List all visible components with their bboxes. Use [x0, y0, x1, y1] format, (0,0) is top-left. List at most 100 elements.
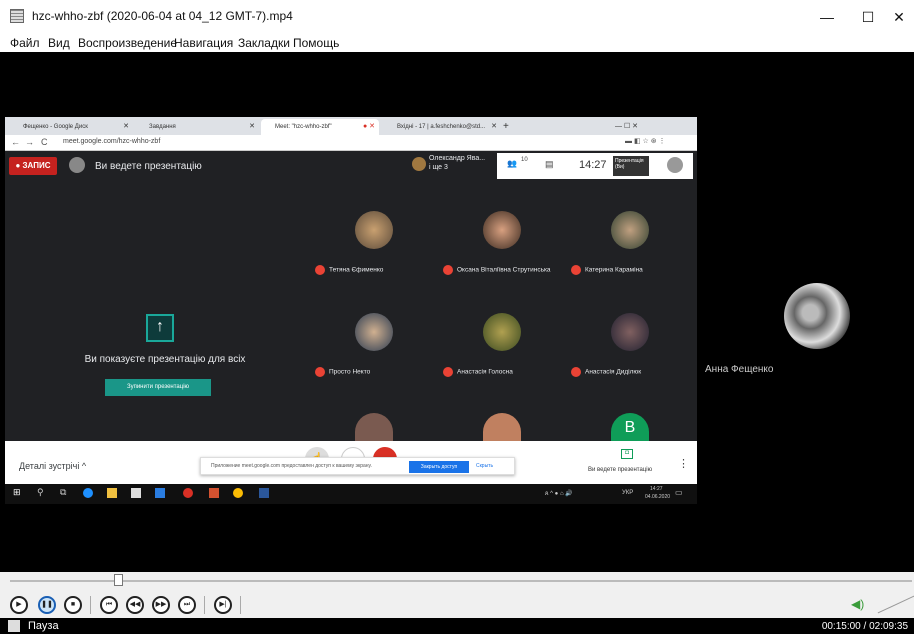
tab-label: Фещенко - Google Диск [23, 124, 88, 130]
tab-label: Meet: "hzc-whho-zbf" [275, 124, 332, 130]
presenter-avatar [412, 157, 426, 171]
divider [90, 596, 91, 614]
menu-view[interactable]: Вид [48, 36, 70, 50]
explorer-icon [107, 488, 117, 498]
menu-file[interactable]: Файл [10, 36, 40, 50]
menu-help[interactable]: Помощь [293, 36, 339, 50]
media-player-window: hzc-whho-zbf (2020-06-04 at 04_12 GMT-7)… [0, 0, 914, 634]
participant-thumb [667, 157, 683, 173]
maximize-button[interactable]: ☐ [853, 6, 883, 28]
new-tab-icon: + [503, 121, 509, 132]
seek-thumb[interactable] [114, 574, 123, 586]
people-icon: 👥 [507, 159, 517, 168]
participant-label: Просто Некто [329, 368, 371, 376]
chat-icon: ▤ [545, 159, 554, 169]
menu-playback[interactable]: Воспроизведение [78, 36, 177, 50]
play-icon[interactable]: ▶ [10, 596, 28, 614]
minimize-button[interactable]: — [812, 6, 842, 28]
store-icon [131, 488, 141, 498]
participant-name: Анастасія Диділюк [571, 367, 641, 377]
volume-icon[interactable]: ◀) [851, 597, 864, 611]
browser-tab-strip: Фещенко - Google Диск ✕ Завдання ✕ Meet: "… [5, 117, 697, 135]
screen-share-notice: Приложение meet.google.com предоставлен … [200, 457, 515, 475]
side-participant-name: Анна Фещенко [705, 364, 774, 375]
participant-label: Оксана Віталіївна Струтинська [457, 266, 551, 274]
meet-clock: 14:27 [579, 159, 607, 171]
participant-name: Анастасія Голосна [443, 367, 513, 377]
stop-icon[interactable]: ■ [64, 596, 82, 614]
playback-time: 00:15:00 / 02:09:35 [821, 621, 908, 632]
address-bar: ← → C meet.google.com/hzc-whho-zbf ▬ ◧ ☆… [5, 135, 697, 151]
keyboard-lang: УКР [622, 490, 634, 496]
previous-icon[interactable]: ⏮ [100, 596, 118, 614]
mic-off-icon [443, 367, 453, 377]
tray-time: 14:27 [650, 486, 663, 492]
avatar [483, 313, 521, 351]
rewind-icon[interactable]: ◀◀ [126, 596, 144, 614]
close-icon: ✕ [491, 123, 497, 130]
close-icon: ✕ [123, 123, 129, 130]
close-button[interactable]: ✕ [884, 6, 914, 28]
tab-mail: Вхідні - 17 | a.feshchenko@std... ✕ [383, 119, 501, 135]
stop-sharing-button: Закрыть доступ [409, 461, 469, 473]
stop-presenting-button: Зупинити презентацію [105, 379, 211, 396]
next-icon[interactable]: ⏭ [178, 596, 196, 614]
back-icon: ← [11, 137, 20, 147]
participant-label: Катерина Караміна [585, 266, 643, 274]
status-bar: Пауза 00:15:00 / 02:09:35 [0, 618, 914, 634]
notification-icon: ▭ [675, 488, 683, 497]
participant-label: Анастасія Диділюк [585, 368, 642, 376]
self-avatar [69, 157, 85, 173]
tab-tasks: Завдання ✕ [135, 119, 259, 135]
recorded-browser: Фещенко - Google Диск ✕ Завдання ✕ Meet: "… [5, 117, 697, 491]
reload-icon: C [41, 137, 48, 147]
close-icon: ✕ [249, 123, 255, 130]
tray-icons: ጸ ^ ● ⌂ 🔊 [545, 491, 573, 497]
opera-icon [183, 488, 193, 498]
avatar [355, 211, 393, 249]
present-icon: ◘ [621, 449, 633, 459]
avatar [483, 211, 521, 249]
menu-navigation[interactable]: Навигация [174, 36, 233, 50]
recording-badge: ● ЗАПИС [9, 157, 57, 175]
people-count: 10 [521, 157, 528, 163]
edge-icon [83, 488, 93, 498]
forward-icon[interactable]: ▶▶ [152, 596, 170, 614]
tab-drive: Фещенко - Google Диск ✕ [9, 119, 133, 135]
divider [240, 596, 241, 614]
tab-label: Вхідні - 17 | a.feshchenko@std... [397, 124, 486, 130]
mic-off-icon [571, 367, 581, 377]
more-options-icon: ⋮ [678, 458, 689, 470]
pause-icon[interactable]: ❚❚ [38, 596, 56, 614]
word-icon [259, 488, 269, 498]
powerpoint-icon [209, 488, 219, 498]
forward-icon: → [25, 137, 34, 147]
mic-off-icon [315, 367, 325, 377]
participant-name: Тетяна Єфименко [315, 265, 383, 275]
window-title: hzc-whho-zbf (2020-06-04 at 04_12 GMT-7)… [32, 9, 293, 23]
avatar [355, 413, 393, 441]
share-status-text: Ви показуєте презентацію для всіх [84, 354, 246, 365]
frame-step-icon[interactable]: ▶| [214, 596, 232, 614]
menu-bookmarks[interactable]: Закладки [238, 36, 290, 50]
meet-top-right-panel: 👥 10 ▤ 14:27 Презентація (Ви) [497, 153, 693, 179]
presenter-more: і ще 3 [429, 164, 448, 171]
title-bar: hzc-whho-zbf (2020-06-04 at 04_12 GMT-7)… [0, 0, 914, 34]
tab-label: Завдання [149, 124, 176, 130]
menu-bar: Файл Вид Воспроизведение Навигация Закла… [0, 34, 914, 52]
participant-label: Анастасія Голосна [457, 368, 513, 376]
avatar [784, 283, 850, 349]
search-icon: ⚲ [37, 487, 44, 497]
seek-bar[interactable] [10, 580, 912, 582]
task-view-icon: ⧉ [60, 487, 67, 497]
avatar [611, 313, 649, 351]
recorded-taskbar: ⊞ ⚲ ⧉ ጸ ^ ● ⌂ 🔊 УКР 14:27 04.06.2020 ▭ [5, 484, 697, 504]
participant-name: Просто Некто [315, 367, 370, 377]
playback-controls: ▶ ❚❚ ■ ⏮ ◀◀ ▶▶ ⏭ ▶| [0, 592, 914, 618]
participant-label: Тетяна Єфименко [329, 266, 384, 274]
avatar [483, 413, 521, 441]
upload-icon: ↑ [146, 314, 174, 342]
chrome-icon [233, 488, 243, 498]
windows-start-icon: ⊞ [13, 487, 21, 497]
notice-text: Приложение meet.google.com предоставлен … [211, 463, 372, 469]
